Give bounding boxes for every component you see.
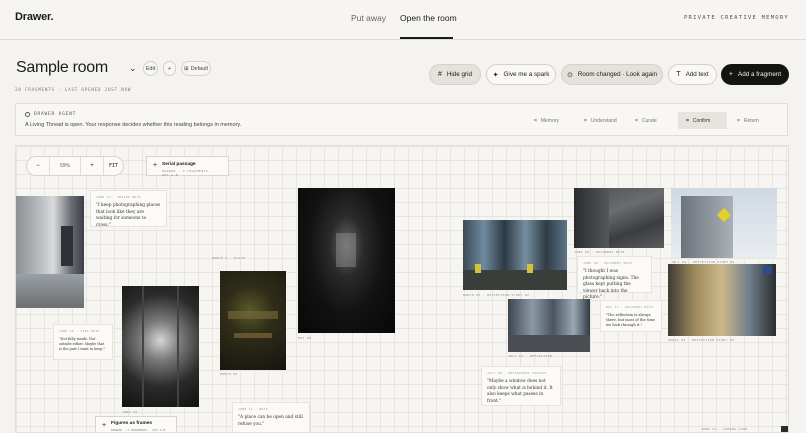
photo-cafe[interactable]	[220, 271, 286, 370]
agent-message: A Living Thread is open. Your response d…	[25, 122, 242, 128]
note-quote: "Maybe a window does not only show what …	[487, 379, 553, 404]
room-canvas[interactable]: − 59% + FIT + Serial passage DRAWER · 3 …	[15, 145, 789, 433]
photo-hallway[interactable]	[298, 188, 395, 333]
agent-panel: DRAWER AGENT A Living Thread is open. Yo…	[15, 103, 788, 136]
hide-grid-label: Hide grid	[446, 71, 473, 78]
add-room-button[interactable]: +	[163, 61, 176, 76]
note-date: JULY 08 · UNFINISHED THOUGHT	[487, 371, 547, 375]
photo-caption: JUNE 20 · DOCUMENT NOTE	[574, 250, 625, 254]
room-select-chevron-icon[interactable]: ⌄	[129, 63, 137, 74]
app-tagline: PRIVATE CREATIVE MEMORY	[683, 15, 789, 21]
layout-icon: ⊞	[183, 65, 189, 72]
photo-caption: MARCH 5 · PLACE	[212, 256, 246, 260]
step-curate[interactable]: ⌗ Curate	[627, 112, 676, 129]
photo-caption: JUNE 13 · COMING SOON	[701, 427, 748, 431]
step-confirm[interactable]: ⌗ Confirm	[678, 112, 727, 129]
note-card[interactable]: JUNE 11 · NOTE "A place can be open and …	[232, 402, 310, 432]
room-changed-button[interactable]: ⊙ Room changed · Look again	[561, 64, 663, 85]
step-label: Confirm	[692, 117, 711, 124]
photo-caption: APRIL 02 · REFLECTION STUDY 03	[668, 338, 735, 342]
plus-icon: +	[153, 162, 158, 169]
zoom-control: − 59% + FIT	[26, 156, 124, 176]
sparkle-icon: ✦	[492, 71, 499, 79]
figures-subtitle: DRAWER · 3 FRAGMENTS · OPT.A·B	[111, 428, 166, 432]
default-layout-label: Default	[190, 65, 209, 72]
photo-tower[interactable]	[671, 188, 777, 258]
zoom-level: 59%	[49, 157, 81, 175]
step-label: Memory	[540, 117, 559, 124]
photo-windows[interactable]	[463, 220, 567, 290]
add-fragment-label: Add a fragment	[738, 71, 782, 78]
note-quote: "I thought I was photographing signs. Th…	[583, 269, 639, 300]
note-card[interactable]: MAY 12 · DOCUMENT NOTE "The reflection i…	[600, 300, 662, 332]
default-layout-button[interactable]: ⊞ Default	[181, 61, 211, 76]
add-text-label: Add text	[685, 71, 709, 78]
photo-station[interactable]	[16, 196, 84, 308]
zoom-fit-button[interactable]: FIT	[103, 157, 123, 175]
photo-caption: MARCH 05 · REFLECTION STUDY 02	[463, 293, 530, 297]
figures-title: Figures as frames	[111, 421, 153, 426]
zoom-out-button[interactable]: −	[27, 157, 49, 175]
photo-caption: MARCH 05	[220, 372, 238, 376]
step-icon: ⌗	[737, 117, 740, 124]
serial-title: Serial passage	[162, 162, 196, 167]
step-icon: ⌗	[635, 117, 638, 124]
step-label: Return	[743, 117, 759, 124]
serial-subtitle: DRAWER · 3 FRAGMENTS · OPT.A·B	[162, 169, 213, 177]
step-icon: ⌗	[534, 117, 537, 124]
photo-stairs[interactable]	[122, 286, 199, 407]
plus-icon: +	[728, 71, 734, 78]
add-fragment-button[interactable]: + Add a fragment	[721, 64, 789, 85]
note-quote: "Not fully inside. Not outside either. M…	[59, 337, 106, 351]
tab-put-away[interactable]: Put away	[351, 13, 386, 23]
step-memory[interactable]: ⌗ Memory	[526, 112, 575, 129]
grid-icon: #	[437, 71, 442, 78]
photo-caption: MAY 06	[298, 336, 312, 340]
room-title: Sample room	[16, 59, 108, 76]
photo-glass-wall[interactable]	[668, 264, 776, 336]
room-meta: 20 FRAGMENTS · LAST OPENED JUST NOW	[15, 87, 132, 92]
step-return[interactable]: ⌗ Return	[729, 112, 778, 129]
photo-corner[interactable]	[781, 426, 788, 432]
note-card[interactable]: JUNE 14 · INSIDE NOTE "I keep photograph…	[90, 190, 167, 228]
hide-grid-button[interactable]: # Hide grid	[429, 64, 481, 85]
edit-room-button[interactable]: Edit	[143, 61, 158, 76]
note-date: JUNE 16 · SIDE NOTE	[59, 329, 100, 333]
step-understand[interactable]: ⌗ Understand	[576, 112, 625, 129]
agent-label: DRAWER AGENT	[34, 112, 77, 117]
add-text-button[interactable]: T Add text	[668, 64, 717, 85]
note-quote: "I keep photographing places that look l…	[96, 203, 161, 228]
photo-caption: JULY 02 · REFLECTION	[508, 354, 553, 358]
active-tab-indicator	[400, 37, 453, 39]
tab-open-the-room[interactable]: Open the room	[400, 13, 457, 23]
refresh-icon: ⊙	[567, 71, 573, 79]
app-logo[interactable]: Drawer.	[15, 11, 54, 23]
text-icon: T	[676, 71, 681, 78]
note-card[interactable]: JUNE 20 · DOCUMENT NOTE "I thought I was…	[577, 256, 652, 300]
note-date: JUNE 11 · NOTE	[238, 407, 268, 411]
spark-label: Give me a spark	[503, 71, 550, 78]
step-label: Curate	[641, 117, 657, 124]
top-bar: Drawer. Put away Open the room PRIVATE C…	[0, 0, 806, 40]
step-label: Understand	[590, 117, 617, 124]
photo-caption: JUNE 16	[122, 410, 138, 414]
photo-building[interactable]	[574, 188, 664, 248]
figures-as-frames-card[interactable]: + Figures as frames DRAWER · 3 FRAGMENTS…	[95, 416, 177, 432]
note-quote: "The reflection is always there, but mos…	[606, 313, 656, 328]
zoom-in-button[interactable]: +	[81, 157, 103, 175]
step-icon: ⌗	[686, 117, 689, 124]
plus-icon: +	[102, 422, 107, 429]
step-icon: ⌗	[584, 117, 587, 124]
room-changed-label: Room changed · Look again	[577, 71, 657, 78]
note-date: MAY 12 · DOCUMENT NOTE	[606, 305, 654, 309]
note-date: JUNE 14 · INSIDE NOTE	[96, 195, 141, 199]
note-card[interactable]: JULY 08 · UNFINISHED THOUGHT "Maybe a wi…	[481, 366, 561, 406]
note-card[interactable]: JUNE 16 · SIDE NOTE "Not fully inside. N…	[53, 324, 113, 360]
note-date: JUNE 20 · DOCUMENT NOTE	[583, 261, 633, 265]
spark-button[interactable]: ✦ Give me a spark	[486, 64, 556, 85]
agent-status-icon	[25, 112, 30, 117]
note-quote: "A place can be open and still refuse yo…	[238, 415, 303, 427]
photo-reflection[interactable]	[508, 299, 590, 352]
serial-passage-card[interactable]: + Serial passage DRAWER · 3 FRAGMENTS · …	[146, 156, 229, 177]
